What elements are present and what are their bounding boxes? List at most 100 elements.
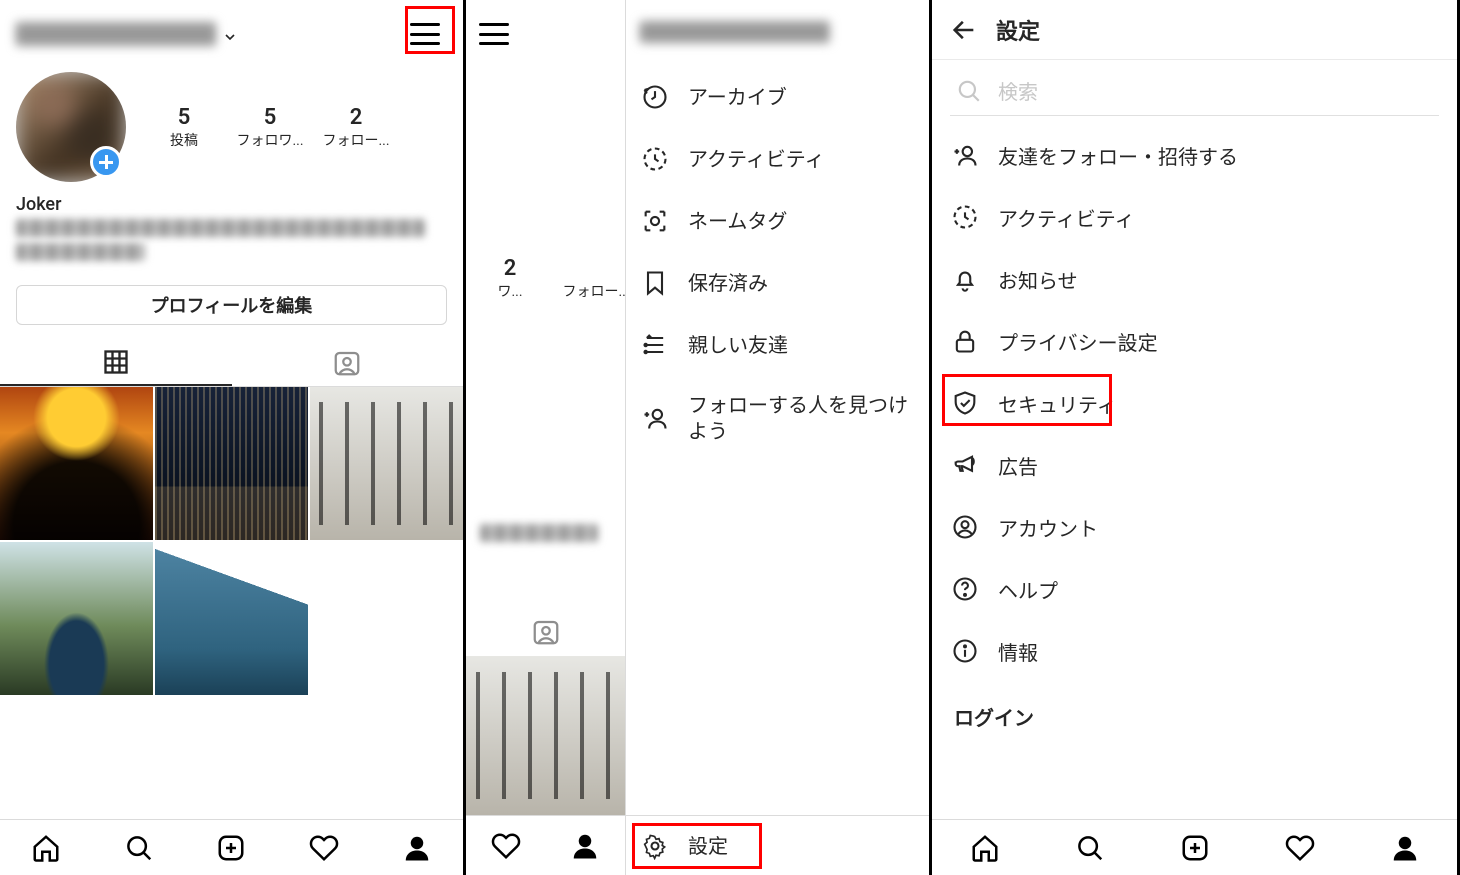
profile-filled-icon: [570, 831, 600, 861]
bottom-nav-partial: [466, 815, 625, 875]
post-thumbnail[interactable]: [310, 387, 463, 540]
nav-profile[interactable]: [1389, 832, 1421, 864]
menu-item-saved[interactable]: 保存済み: [626, 252, 929, 314]
settings-item-activity[interactable]: アクティビティ: [932, 186, 1457, 248]
stat-followers[interactable]: 5 フォロワ...: [230, 105, 310, 150]
nav-search[interactable]: [123, 832, 155, 864]
stat-posts[interactable]: 5 投稿: [144, 105, 224, 150]
bio-line-blurred: [480, 524, 598, 542]
search-placeholder: 検索: [998, 76, 1038, 105]
archive-icon: [640, 82, 670, 112]
nav-home[interactable]: [969, 832, 1001, 864]
tab-tagged[interactable]: [466, 608, 625, 656]
photo-grid: [0, 387, 463, 695]
menu-item-archive[interactable]: アーカイブ: [626, 66, 929, 128]
page-title: 設定: [996, 14, 1040, 46]
username-selector[interactable]: [16, 22, 238, 46]
gear-icon: [640, 831, 670, 861]
hamburger-icon: [479, 23, 509, 45]
nav-activity[interactable]: [1284, 832, 1316, 864]
tab-tagged[interactable]: [232, 339, 464, 386]
profile-info: 5 投稿 5 フォロワ... 2 フォロー...: [0, 60, 463, 190]
grid-icon: [102, 348, 130, 376]
settings-item-privacy[interactable]: プライバシー設定: [932, 310, 1457, 372]
profile-tabs-partial: [466, 608, 625, 656]
tagged-icon: [531, 617, 561, 647]
display-name: Joker: [16, 194, 447, 215]
settings-item-notifications[interactable]: お知らせ: [932, 248, 1457, 310]
settings-item-help[interactable]: ヘルプ: [932, 558, 1457, 620]
menu-header: [626, 0, 929, 60]
settings-item-account[interactable]: アカウント: [932, 496, 1457, 558]
settings-item-security[interactable]: セキュリティ: [932, 372, 1457, 434]
settings-item-about[interactable]: 情報: [932, 620, 1457, 682]
menu-item-close-friends[interactable]: 親しい友達: [626, 314, 929, 376]
search-icon: [956, 78, 982, 104]
nav-create[interactable]: [215, 832, 247, 864]
activity-icon: [950, 202, 980, 232]
heart-icon: [491, 831, 521, 861]
menu-item-discover[interactable]: フォローする人を見つけよう: [626, 376, 929, 460]
shield-icon: [950, 388, 980, 418]
close-friends-icon: [640, 330, 670, 360]
menu-button[interactable]: [403, 12, 447, 56]
activity-icon: [640, 144, 670, 174]
profile-tabs: [0, 339, 463, 387]
nav-create[interactable]: [1179, 832, 1211, 864]
megaphone-icon: [950, 450, 980, 480]
menu-settings-row[interactable]: 設定: [626, 815, 929, 875]
arrow-left-icon: [950, 16, 978, 44]
add-story-icon[interactable]: [90, 146, 122, 178]
menu-button[interactable]: [472, 12, 516, 56]
settings-item-invite[interactable]: 友達をフォロー・招待する: [932, 124, 1457, 186]
menu-item-activity[interactable]: アクティビティ: [626, 128, 929, 190]
side-menu: アーカイブ アクティビティ ネームタグ 保存済み: [626, 0, 929, 875]
settings-header: 設定: [932, 0, 1457, 60]
tab-grid[interactable]: [0, 339, 232, 386]
edit-profile-button[interactable]: プロフィールを編集: [16, 285, 447, 325]
profile-bio: Joker: [0, 190, 463, 279]
avatar[interactable]: [16, 72, 126, 182]
login-section-header: ログイン: [932, 682, 1457, 741]
home-icon: [970, 833, 1000, 863]
home-icon: [31, 833, 61, 863]
stat-cell-partial[interactable]: フォロー...: [556, 256, 626, 301]
profile-backdrop: 2 ワ... フォロー...: [466, 0, 626, 875]
nav-home[interactable]: [30, 832, 62, 864]
bio-line-blurred: [16, 219, 425, 237]
settings-item-ads[interactable]: 広告: [932, 434, 1457, 496]
post-thumbnail[interactable]: [155, 542, 308, 695]
heart-icon: [1285, 833, 1315, 863]
plus-square-icon: [216, 833, 246, 863]
post-thumbnail[interactable]: [155, 387, 308, 540]
search-icon: [124, 833, 154, 863]
panel-menu-open: 2 ワ... フォロー...: [466, 0, 932, 875]
stat-cell-partial[interactable]: 2 ワ...: [470, 256, 550, 301]
account-icon: [950, 512, 980, 542]
username-blurred: [640, 21, 830, 43]
back-button[interactable]: [950, 16, 978, 44]
stat-following[interactable]: 2 フォロー...: [316, 105, 396, 150]
panel-settings: 設定 検索 友達をフォロー・招待する アクティビティ お知らせ: [932, 0, 1460, 875]
post-thumbnail[interactable]: [0, 387, 153, 540]
hamburger-icon: [410, 23, 440, 45]
profile-filled-icon: [402, 833, 432, 863]
nav-search[interactable]: [1074, 832, 1106, 864]
panel-profile: 5 投稿 5 フォロワ... 2 フォロー... Joker プロフィールを編集: [0, 0, 466, 875]
menu-list: アーカイブ アクティビティ ネームタグ 保存済み: [626, 60, 929, 815]
stats-row: 5 投稿 5 フォロワ... 2 フォロー...: [144, 105, 447, 150]
nav-profile[interactable]: [569, 830, 601, 862]
bio-line-blurred: [16, 243, 145, 261]
discover-people-icon: [640, 403, 670, 433]
menu-item-nametag[interactable]: ネームタグ: [626, 190, 929, 252]
post-thumbnail[interactable]: [466, 656, 625, 815]
nav-profile[interactable]: [401, 832, 433, 864]
plus-square-icon: [1180, 833, 1210, 863]
post-thumbnail[interactable]: [0, 542, 153, 695]
profile-filled-icon: [1390, 833, 1420, 863]
search-input[interactable]: 検索: [950, 72, 1439, 116]
bottom-nav: [932, 819, 1457, 875]
nav-activity[interactable]: [490, 830, 522, 862]
lock-icon: [950, 326, 980, 356]
nav-activity[interactable]: [308, 832, 340, 864]
